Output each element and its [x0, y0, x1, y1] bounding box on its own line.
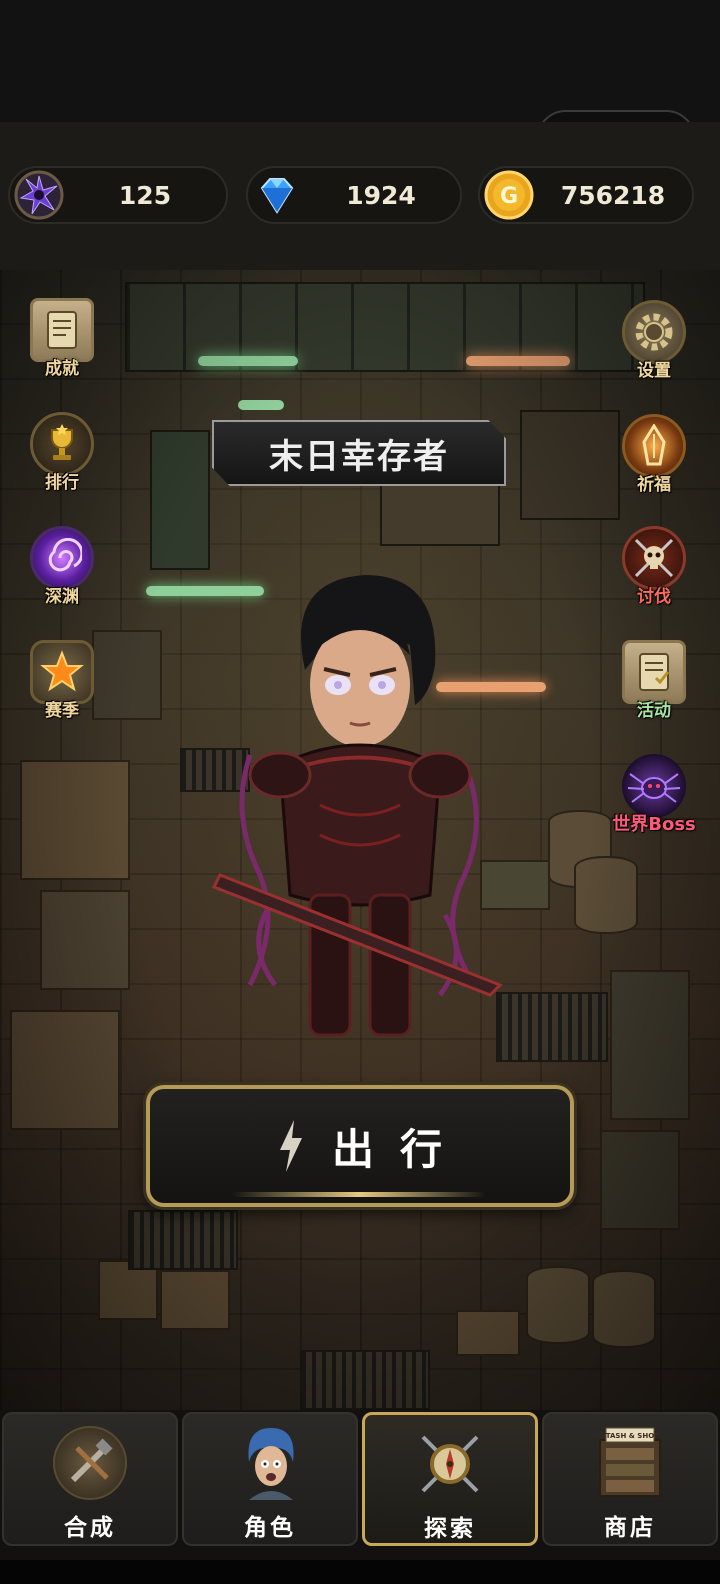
menu-label: 活动 — [637, 701, 671, 721]
tab-explore[interactable]: 探索 — [362, 1412, 538, 1546]
menu-label: 成就 — [45, 359, 79, 379]
achievements-button[interactable]: 成就 — [20, 298, 104, 379]
crusade-button[interactable]: 讨伐 — [612, 526, 696, 607]
menu-label: 讨伐 — [637, 587, 671, 607]
compass-swords-icon — [413, 1427, 487, 1501]
vortex-icon — [30, 526, 94, 590]
world-boss-button[interactable]: 世界Boss — [600, 754, 708, 836]
tab-label: 探索 — [424, 1516, 476, 1542]
tab-label: 角色 — [244, 1515, 296, 1541]
resource-diamond[interactable]: 1924 — [246, 166, 462, 224]
void-crystal-icon — [14, 170, 64, 220]
tab-character[interactable]: 角色 — [182, 1412, 358, 1546]
settings-button[interactable]: 设置 — [612, 300, 696, 381]
shrine-icon — [622, 414, 686, 478]
tab-shop[interactable]: STASH & SHOP 商店 — [542, 1412, 718, 1546]
character-title-plate: 末日幸存者 — [212, 420, 506, 486]
gold-coin-icon: G — [484, 170, 534, 220]
menu-label: 深渊 — [45, 587, 79, 607]
gear-icon — [622, 300, 686, 364]
stash-shop-icon: STASH & SHOP — [593, 1426, 667, 1500]
resource-value: 125 — [118, 180, 172, 210]
spider-boss-icon — [622, 754, 686, 818]
trophy-icon — [30, 412, 94, 476]
diamond-icon — [260, 178, 294, 214]
menu-label: 祈福 — [637, 475, 671, 495]
home-indicator-area — [0, 1560, 720, 1584]
tools-icon — [53, 1426, 127, 1500]
blessing-button[interactable]: 祈福 — [612, 414, 696, 495]
scroll-icon — [622, 640, 686, 704]
bottom-tab-bar: 合成 角色 探索 STASH & SHOP 商店 — [0, 1410, 720, 1584]
button-shine — [232, 1192, 486, 1197]
menu-label: 世界Boss — [612, 814, 696, 835]
resource-gold[interactable]: G 756218 — [478, 166, 694, 224]
character-title: 末日幸存者 — [269, 436, 449, 477]
depart-button[interactable]: 出行 — [146, 1085, 574, 1207]
abyss-button[interactable]: 深渊 — [20, 526, 104, 607]
resource-value: 756218 — [560, 180, 666, 210]
character-avatar[interactable] — [210, 575, 510, 1075]
svg-text:STASH & SHOP: STASH & SHOP — [601, 1432, 660, 1440]
skull-swords-icon — [622, 526, 686, 590]
season-button[interactable]: 赛季 — [20, 640, 104, 721]
tab-craft[interactable]: 合成 — [2, 1412, 178, 1546]
ranking-button[interactable]: 排行 — [20, 412, 104, 493]
survivor-avatar-icon — [233, 1426, 307, 1500]
menu-label: 设置 — [637, 361, 671, 381]
resource-bar: 125 1924 G 756218 — [0, 122, 720, 270]
tab-label: 合成 — [64, 1515, 116, 1541]
resource-void-crystal[interactable]: 125 — [8, 166, 228, 224]
scroll-icon — [30, 298, 94, 362]
depart-label: 出行 — [331, 1124, 468, 1174]
svg-text:G: G — [500, 184, 518, 209]
menu-label: 排行 — [45, 473, 79, 493]
resource-value: 1924 — [346, 180, 416, 210]
menu-label: 赛季 — [45, 701, 79, 721]
events-button[interactable]: 活动 — [612, 640, 696, 721]
tab-label: 商店 — [604, 1515, 656, 1541]
star-icon — [30, 640, 94, 704]
lightning-icon — [279, 1120, 302, 1172]
status-bar-area — [0, 0, 720, 122]
